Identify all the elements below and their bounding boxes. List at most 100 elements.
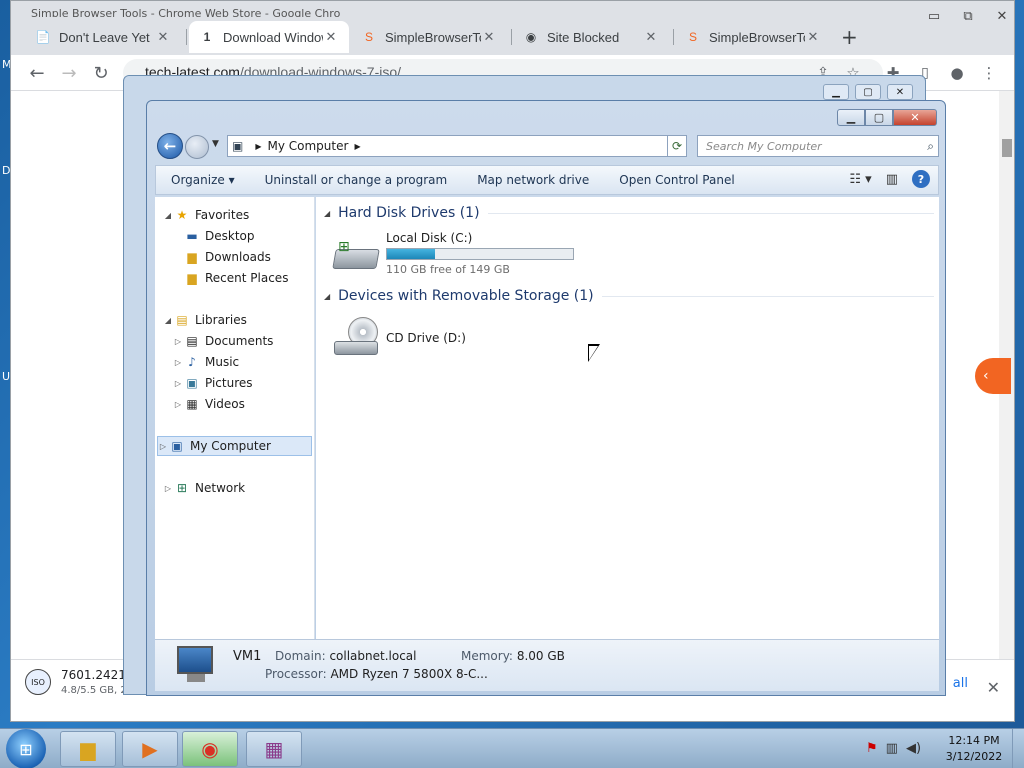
chevron-right-icon[interactable]: ▶ — [354, 142, 360, 151]
nav-libraries[interactable]: ◢ ▤ Libraries — [163, 310, 247, 330]
tab-label: Site Blocked — [547, 29, 620, 45]
nav-network[interactable]: ▷ ⊞ Network — [163, 478, 245, 498]
help-icon[interactable]: ? — [912, 170, 930, 188]
music-icon: ♪ — [188, 355, 196, 369]
address-bar[interactable]: ▣ ▶ My Computer ▶ ▼ — [227, 135, 687, 157]
taskbar-archive[interactable]: ▦ — [246, 731, 302, 767]
expand-arrow-icon[interactable]: ▷ — [173, 337, 183, 346]
minimize-button[interactable]: ▭ — [917, 3, 951, 29]
expand-arrow-icon[interactable]: ▷ — [173, 358, 183, 367]
sidebar-toggle-button[interactable]: ‹ — [975, 358, 1011, 394]
reload-icon[interactable]: ↻ — [89, 61, 113, 85]
refresh-button[interactable]: ⟳ — [667, 135, 687, 157]
details-pane: VM1 Domain: collabnet.local Memory: 8.00… — [155, 639, 939, 691]
forward-button[interactable] — [185, 135, 209, 159]
collapse-arrow-icon[interactable]: ◢ — [324, 209, 330, 218]
uninstall-program-button[interactable]: Uninstall or change a program — [250, 173, 463, 187]
group-hard-disk-drives[interactable]: ◢ Hard Disk Drives (1) — [324, 205, 934, 221]
nav-documents[interactable]: ▷ ▤ Documents — [173, 331, 274, 351]
maximize-icon[interactable]: ▢ — [855, 84, 881, 100]
close-tab-icon[interactable]: ✕ — [805, 29, 821, 45]
expand-arrow-icon[interactable]: ▷ — [163, 484, 173, 493]
nav-recent-places[interactable]: ▆ Recent Places — [183, 268, 288, 288]
drive-local-disk-c[interactable]: ⊞ Local Disk (C:) 110 GB free of 149 GB — [332, 231, 574, 276]
back-button[interactable]: ← — [157, 133, 183, 159]
taskbar-media-player[interactable]: ▶ — [122, 731, 178, 767]
clock-date: 3/12/2022 — [945, 750, 1003, 763]
nav-favorites[interactable]: ◢ ★ Favorites — [163, 205, 249, 225]
system-tray: ⚑ ▥ ◀) — [866, 741, 921, 756]
close-icon[interactable]: ✕ — [887, 84, 913, 100]
close-button[interactable]: ✕ — [893, 109, 937, 126]
forward-arrow-icon[interactable]: → — [57, 61, 81, 85]
close-tab-icon[interactable]: ✕ — [323, 29, 339, 45]
collapse-arrow-icon[interactable]: ◢ — [324, 292, 330, 301]
action-center-icon[interactable]: ⚑ — [866, 741, 878, 756]
nav-downloads[interactable]: ▆ Downloads — [183, 247, 271, 267]
preview-pane-icon[interactable]: ▥ — [886, 172, 898, 187]
tab-1[interactable]: 1 Download Window ✕ — [189, 21, 349, 53]
open-control-panel-button[interactable]: Open Control Panel — [604, 173, 749, 187]
computer-name: VM1 — [233, 649, 262, 664]
navigation-row: ← ▼ ▣ ▶ My Computer ▶ ▼ ⟳ Search My Comp… — [155, 131, 939, 161]
tab-3[interactable]: ◉ Site Blocked ✕ — [513, 21, 669, 53]
view-options-icon[interactable]: ☷ ▾ — [849, 172, 871, 187]
chrome-icon: ◉ — [201, 737, 219, 761]
minimize-button[interactable]: ▁ — [837, 109, 865, 126]
desktop-icon-label[interactable]: U — [2, 370, 10, 383]
nav-music[interactable]: ▷ ♪ Music — [173, 352, 239, 372]
simplebrowser-icon: S — [364, 30, 373, 44]
breadcrumb-my-computer[interactable]: My Computer — [268, 139, 349, 153]
volume-icon[interactable]: ◀) — [906, 741, 921, 756]
menu-dots-icon[interactable]: ⋮ — [977, 61, 1001, 85]
domain-field: Domain: collabnet.local — [275, 649, 417, 663]
nav-videos[interactable]: ▷ ▦ Videos — [173, 394, 245, 414]
show-desktop-button[interactable] — [1012, 729, 1024, 768]
close-button[interactable]: ✕ — [985, 3, 1019, 29]
back-arrow-icon[interactable]: ← — [25, 61, 49, 85]
tab-label: SimpleBrowserToo — [385, 29, 481, 45]
restore-button[interactable]: ⧉ — [951, 3, 985, 29]
expand-arrow-icon[interactable]: ◢ — [163, 316, 173, 325]
new-tab-button[interactable]: + — [841, 25, 858, 49]
group-removable-storage[interactable]: ◢ Devices with Removable Storage (1) — [324, 288, 934, 304]
window-title: Simple Browser Tools - Chrome Web Store … — [31, 7, 341, 17]
history-dropdown-icon[interactable]: ▼ — [212, 139, 219, 149]
nav-pictures[interactable]: ▷ ▣ Pictures — [173, 373, 253, 393]
scroll-thumb[interactable] — [1002, 139, 1012, 157]
organize-button[interactable]: Organize ▾ — [156, 173, 250, 187]
close-tab-icon[interactable]: ✕ — [481, 29, 497, 45]
search-placeholder: Search My Computer — [706, 139, 822, 153]
clock[interactable]: 12:14 PM 3/12/2022 — [944, 733, 1004, 765]
taskbar-explorer[interactable]: ▆ — [60, 731, 116, 767]
expand-arrow-icon[interactable]: ▷ — [158, 442, 168, 451]
close-download-bar-icon[interactable]: ✕ — [987, 678, 1000, 697]
network-tray-icon[interactable]: ▥ — [886, 741, 898, 756]
tab-0[interactable]: 📄 Don't Leave Yet ✕ — [25, 21, 181, 53]
window-controls: ▭ ⧉ ✕ — [917, 3, 1019, 29]
navigation-pane: ◢ ★ Favorites ▬ Desktop ▆ Downloads ▆ Recent … — [155, 197, 315, 639]
expand-arrow-icon[interactable]: ▷ — [173, 400, 183, 409]
chevron-right-icon[interactable]: ▶ — [255, 142, 261, 151]
show-all-button[interactable]: all — [953, 676, 968, 691]
taskbar-chrome[interactable]: ◉ — [182, 731, 238, 767]
expand-arrow-icon[interactable]: ◢ — [163, 211, 173, 220]
expand-arrow-icon[interactable]: ▷ — [173, 379, 183, 388]
close-tab-icon[interactable]: ✕ — [155, 29, 171, 45]
search-icon[interactable]: ⌕ — [927, 139, 934, 154]
close-tab-icon[interactable]: ✕ — [643, 29, 659, 45]
tab-2[interactable]: S SimpleBrowserToo ✕ — [351, 21, 507, 53]
map-network-drive-button[interactable]: Map network drive — [462, 173, 604, 187]
search-input[interactable]: Search My Computer ⌕ — [697, 135, 939, 157]
tab-4[interactable]: S SimpleBrowserToo ✕ — [675, 21, 831, 53]
start-button[interactable]: ⊞ — [6, 729, 46, 768]
downloads-folder-icon: ▆ — [187, 250, 197, 264]
maximize-button[interactable]: ▢ — [865, 109, 893, 126]
nav-my-computer[interactable]: ▷ ▣ My Computer — [157, 436, 312, 456]
profile-icon[interactable]: ● — [945, 61, 969, 85]
minimize-icon[interactable]: ▁ — [823, 84, 849, 100]
tab-label: Don't Leave Yet — [59, 29, 150, 45]
nav-desktop[interactable]: ▬ Desktop — [183, 226, 254, 246]
desktop-icon: ▬ — [186, 229, 198, 243]
drive-cd-d[interactable]: CD Drive (D:) — [332, 317, 466, 361]
